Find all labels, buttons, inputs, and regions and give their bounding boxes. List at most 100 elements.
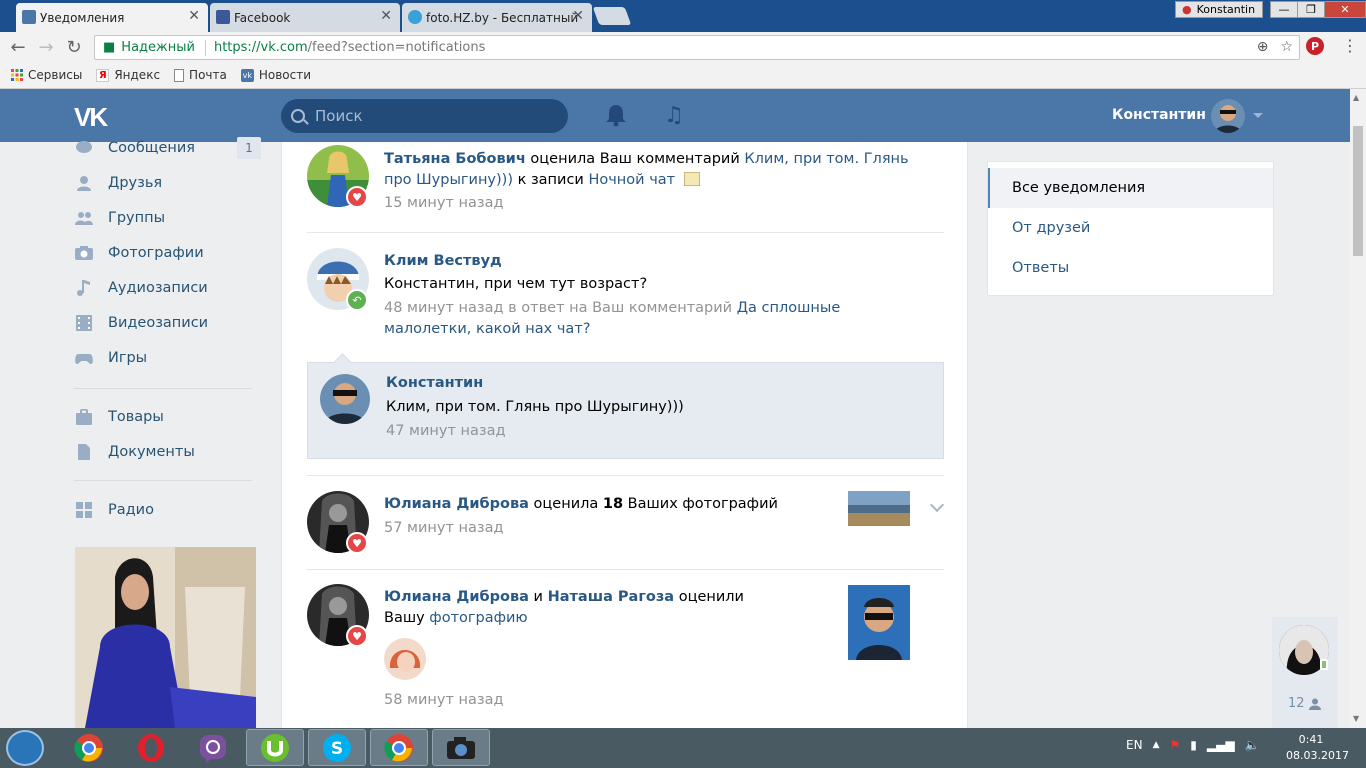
flag-icon[interactable]: ⚑ [1169,738,1180,752]
sidebar-item-messages[interactable]: Сообщения 1 [70,133,266,163]
bell-icon[interactable] [604,103,628,127]
network-icon[interactable]: ▮ [1190,738,1197,752]
pinterest-icon[interactable]: P [1306,37,1324,55]
timestamp[interactable]: 15 минут назад [384,193,504,214]
bookmarks-bar: Сервисы Я Яндекс Почта vk Новости [0,62,1366,89]
close-window-button[interactable]: ✕ [1324,1,1366,18]
timestamp[interactable]: 47 минут назад [386,421,506,442]
language-indicator[interactable]: EN [1126,738,1143,752]
browser-tab-strip: Уведомления ✕ Facebook ✕ foto.HZ.by - Бе… [0,0,1366,32]
star-icon[interactable]: ☆ [1280,39,1293,55]
timestamp[interactable]: 48 минут назад в ответ на Ваш комментари… [384,300,737,316]
address-bar[interactable]: ■ Надежный https://vk.com /feed?section=… [94,35,1300,60]
sidebar-item-label: Видеозаписи [108,315,209,331]
camera-taskbar-icon[interactable] [432,729,490,766]
vk-logo[interactable]: VK [74,102,116,132]
bookmark-mail[interactable]: Почта [174,68,227,82]
timestamp[interactable]: 57 минут назад [384,518,504,539]
divider [307,569,944,570]
music-icon[interactable]: ♫ [662,103,686,128]
object-text: Ваших фотографий [623,496,778,512]
new-tab-button[interactable] [592,7,632,25]
sidebar-item-friends[interactable]: Друзья [70,168,266,198]
online-friends-count[interactable]: 12 [1288,696,1321,711]
search-placeholder: Поиск [315,107,363,125]
sidebar-item-documents[interactable]: Документы [70,437,266,467]
sidebar-item-goods[interactable]: Товары [70,402,266,432]
profile-name: Konstantin [1196,3,1256,16]
windows-start-button[interactable] [6,730,44,766]
filter-replies[interactable]: Ответы [988,248,1273,288]
author-name[interactable]: Клим Вествуд [384,253,502,269]
viber-taskbar-icon[interactable] [184,729,242,766]
scroll-thumb[interactable] [1353,126,1363,256]
opera-taskbar-icon[interactable] [122,729,180,766]
divider [204,39,206,56]
skype-taskbar-icon[interactable]: S [308,729,366,766]
sidebar-item-photos[interactable]: Фотографии [70,238,266,268]
chevron-down-icon[interactable] [1253,113,1263,118]
close-tab-icon[interactable]: ✕ [572,8,584,24]
timestamp[interactable]: 58 минут назад [384,690,504,711]
tab-title: foto.HZ.by - Бесплатный [426,10,579,25]
utorrent-taskbar-icon[interactable] [246,729,304,766]
sidebar-item-games[interactable]: Игры [70,343,266,373]
reply-author[interactable]: Константин [386,373,483,394]
chat-widget[interactable]: 12 [1272,617,1338,728]
tray-expand-icon[interactable]: ▲ [1153,740,1160,750]
search-input[interactable]: Поиск [281,99,568,133]
filter-friends[interactable]: От друзей [988,208,1273,248]
scroll-down-icon[interactable]: ▼ [1353,714,1359,723]
chrome-taskbar-icon[interactable] [370,729,428,766]
author-link[interactable]: Наташа Рагоза [548,589,675,605]
taskbar-clock[interactable]: 0:41 08.03.2017 [1286,732,1349,764]
bookmark-services[interactable]: Сервисы [10,68,82,82]
my-reply-box[interactable]: Константин Клим, при том. Глянь про Шуры… [307,362,944,459]
author-link[interactable]: Юлиана Диброва [384,589,529,605]
post-link[interactable]: Ночной чат [588,172,675,188]
avatar[interactable] [320,374,370,424]
forward-icon[interactable]: → [35,36,57,58]
header-avatar[interactable] [1211,99,1245,133]
minimize-button[interactable]: — [1270,1,1298,18]
restore-button[interactable]: ❐ [1297,1,1325,18]
reload-icon[interactable]: ↻ [63,36,85,58]
sidebar-item-label: Фотографии [108,245,204,261]
bookmark-news[interactable]: vk Новости [240,68,311,82]
author-link[interactable]: Татьяна Бобович [384,151,526,167]
author-link[interactable]: Клим Вествуд [384,251,502,272]
browser-profile-button[interactable]: ● Konstantin [1175,1,1263,18]
author-link[interactable]: Юлиана Диброва [384,496,529,512]
photo-thumbnail[interactable] [848,585,910,660]
bookmark-label: Яндекс [114,68,161,82]
photo-link[interactable]: фотографию [429,610,527,626]
browser-menu-icon[interactable]: ⋮ [1342,36,1358,55]
bookmark-yandex[interactable]: Я Яндекс [96,68,160,82]
sidebar-item-video[interactable]: Видеозаписи [70,308,266,338]
page-scrollbar[interactable]: ▲ ▼ [1350,89,1366,728]
tab-facebook[interactable]: Facebook ✕ [210,3,400,32]
author-name[interactable]: Константин [386,375,483,391]
tab-notifications[interactable]: Уведомления ✕ [16,3,208,32]
notification-filters: Все уведомления От друзей Ответы [987,161,1274,296]
back-icon[interactable]: ← [7,36,29,58]
sidebar-item-radio[interactable]: Радио [70,495,266,525]
zoom-icon[interactable]: ⊕ [1257,39,1269,55]
close-tab-icon[interactable]: ✕ [380,8,392,24]
scroll-up-icon[interactable]: ▲ [1353,93,1359,102]
liker-avatar[interactable] [384,638,426,680]
heart-icon: ♥ [346,532,368,554]
notifications-feed: ♥ Татьяна Бобович оценила Ваш комментари… [281,142,968,728]
chevron-down-icon[interactable] [929,497,945,513]
header-user-name[interactable]: Константин [1112,107,1206,123]
chrome-taskbar-icon[interactable] [60,729,118,766]
signal-icon[interactable]: ▂▄▆ [1207,738,1235,752]
volume-icon[interactable]: 🔈 [1245,738,1260,752]
close-tab-icon[interactable]: ✕ [188,8,200,24]
sidebar-item-audio[interactable]: Аудиозаписи [70,273,266,303]
sidebar-item-groups[interactable]: Группы [70,203,266,233]
filter-all[interactable]: Все уведомления [988,168,1273,208]
tab-fotohz[interactable]: foto.HZ.by - Бесплатный ✕ [402,3,592,32]
photo-thumbnail[interactable] [848,491,910,526]
sidebar-ad-image[interactable] [75,547,256,728]
